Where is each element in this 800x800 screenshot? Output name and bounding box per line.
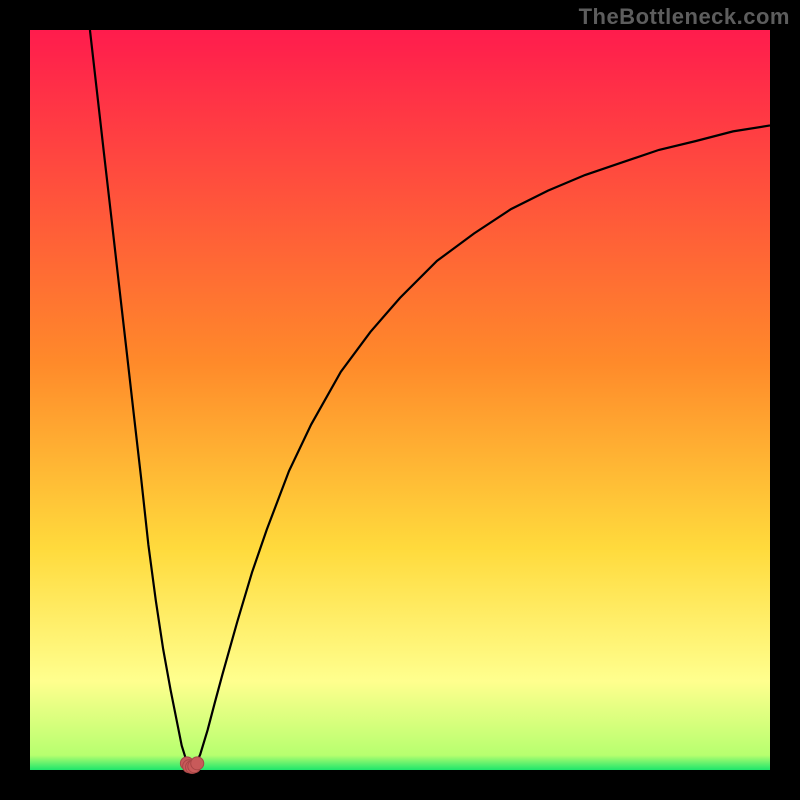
bottleneck-chart <box>0 0 800 800</box>
minimum-markers <box>180 757 203 774</box>
minimum-marker <box>191 757 204 770</box>
watermark-text: TheBottleneck.com <box>579 4 790 30</box>
chart-stage: TheBottleneck.com <box>0 0 800 800</box>
plot-background <box>30 30 770 770</box>
